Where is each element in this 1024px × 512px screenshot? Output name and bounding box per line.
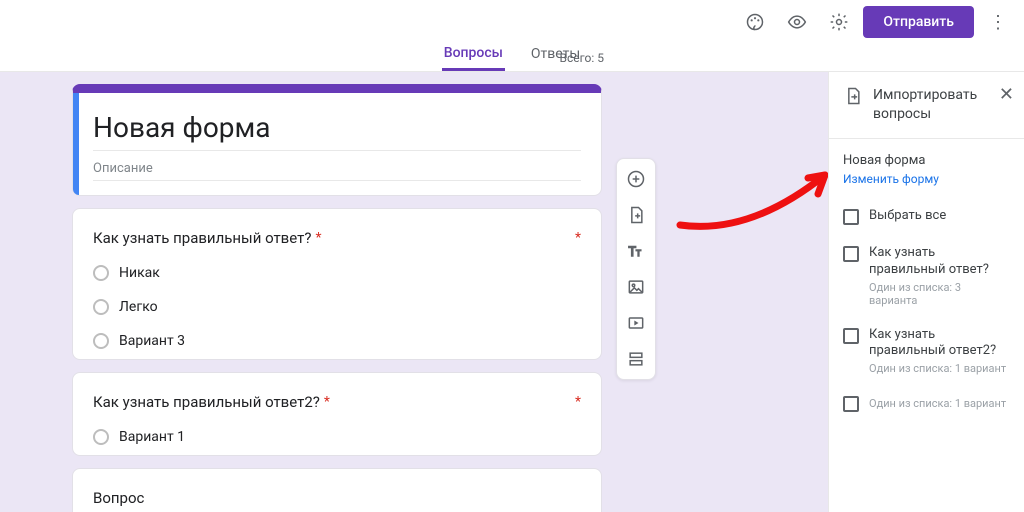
radio-option[interactable]: Легко (93, 299, 581, 315)
import-item[interactable]: Один из списка: 1 вариант (843, 385, 1010, 422)
send-button[interactable]: Отправить (863, 6, 974, 38)
option-label: Вариант 1 (119, 429, 185, 445)
question-card[interactable]: Вопрос Вариант 1 (72, 468, 602, 512)
add-video-icon[interactable] (622, 309, 650, 337)
radio-icon (93, 265, 109, 281)
option-label: Вариант 3 (119, 333, 185, 349)
radio-icon (93, 299, 109, 315)
add-section-icon[interactable] (622, 345, 650, 373)
import-item-subtitle: Один из списка: 3 варианта (869, 281, 1010, 307)
question-title: Как узнать правильный ответ2? (93, 393, 320, 411)
svg-text:T: T (636, 249, 641, 259)
palette-icon[interactable] (737, 4, 773, 40)
import-item[interactable]: Как узнать правильный ответ2? Один из сп… (843, 317, 1010, 386)
select-all-label: Выбрать все (869, 208, 946, 225)
radio-option[interactable]: Вариант 3 (93, 333, 581, 349)
import-item-title: Как узнать правильный ответ2? (869, 327, 1010, 361)
eye-icon[interactable] (779, 4, 815, 40)
required-asterisk: * (324, 394, 330, 410)
option-label: Никак (119, 265, 160, 281)
checkbox-icon[interactable] (843, 209, 859, 225)
question-card[interactable]: Как узнать правильный ответ2? * * Вариан… (72, 372, 602, 456)
import-icon (843, 86, 863, 110)
form-title-input[interactable]: Новая форма (93, 111, 581, 151)
radio-icon (93, 333, 109, 349)
form-canvas: Новая форма Описание Как узнать правильн… (0, 72, 828, 512)
floating-toolbar: TT (616, 158, 656, 380)
import-questions-icon[interactable] (622, 201, 650, 229)
import-item-title: Как узнать правильный ответ? (869, 245, 1010, 279)
required-indicator: * (575, 230, 581, 246)
import-item[interactable]: Как узнать правильный ответ? Один из спи… (843, 235, 1010, 317)
add-title-icon[interactable]: TT (622, 237, 650, 265)
import-item-subtitle: Один из списка: 1 вариант (869, 397, 1006, 410)
radio-option[interactable]: Вариант 1 (93, 429, 581, 445)
more-vert-icon[interactable]: ⋮ (980, 4, 1016, 40)
import-sidebar: Импортировать вопросы ✕ Новая форма Изме… (828, 72, 1024, 512)
form-description-input[interactable]: Описание (93, 161, 581, 181)
checkbox-icon[interactable] (843, 246, 859, 262)
gear-icon[interactable] (821, 4, 857, 40)
checkbox-icon[interactable] (843, 328, 859, 344)
checkbox-icon[interactable] (843, 396, 859, 412)
add-question-icon[interactable] (622, 165, 650, 193)
add-image-icon[interactable] (622, 273, 650, 301)
required-asterisk: * (315, 230, 321, 246)
radio-option[interactable]: Никак (93, 265, 581, 281)
required-indicator: * (575, 394, 581, 410)
question-card[interactable]: Как узнать правильный ответ? * * Никак Л… (72, 208, 602, 360)
question-title: Вопрос (93, 489, 144, 507)
form-title-card[interactable]: Новая форма Описание (72, 84, 602, 196)
import-item-subtitle: Один из списка: 1 вариант (869, 362, 1010, 375)
radio-icon (93, 429, 109, 445)
question-title: Как узнать правильный ответ? (93, 229, 311, 247)
select-all-row[interactable]: Выбрать все (843, 198, 1010, 235)
sidebar-title: Импортировать вопросы (873, 86, 989, 124)
tab-questions[interactable]: Вопросы (442, 45, 505, 71)
tabs-row: Вопросы Ответы Всего: 5 (0, 44, 1024, 72)
source-form-name: Новая форма (843, 153, 1010, 168)
question-count: Всего: 5 (559, 51, 604, 65)
header: Отправить ⋮ (0, 0, 1024, 44)
option-label: Легко (119, 299, 158, 315)
close-icon[interactable]: ✕ (999, 86, 1014, 104)
change-form-link[interactable]: Изменить форму (843, 172, 1010, 186)
annotation-arrow (670, 160, 828, 240)
